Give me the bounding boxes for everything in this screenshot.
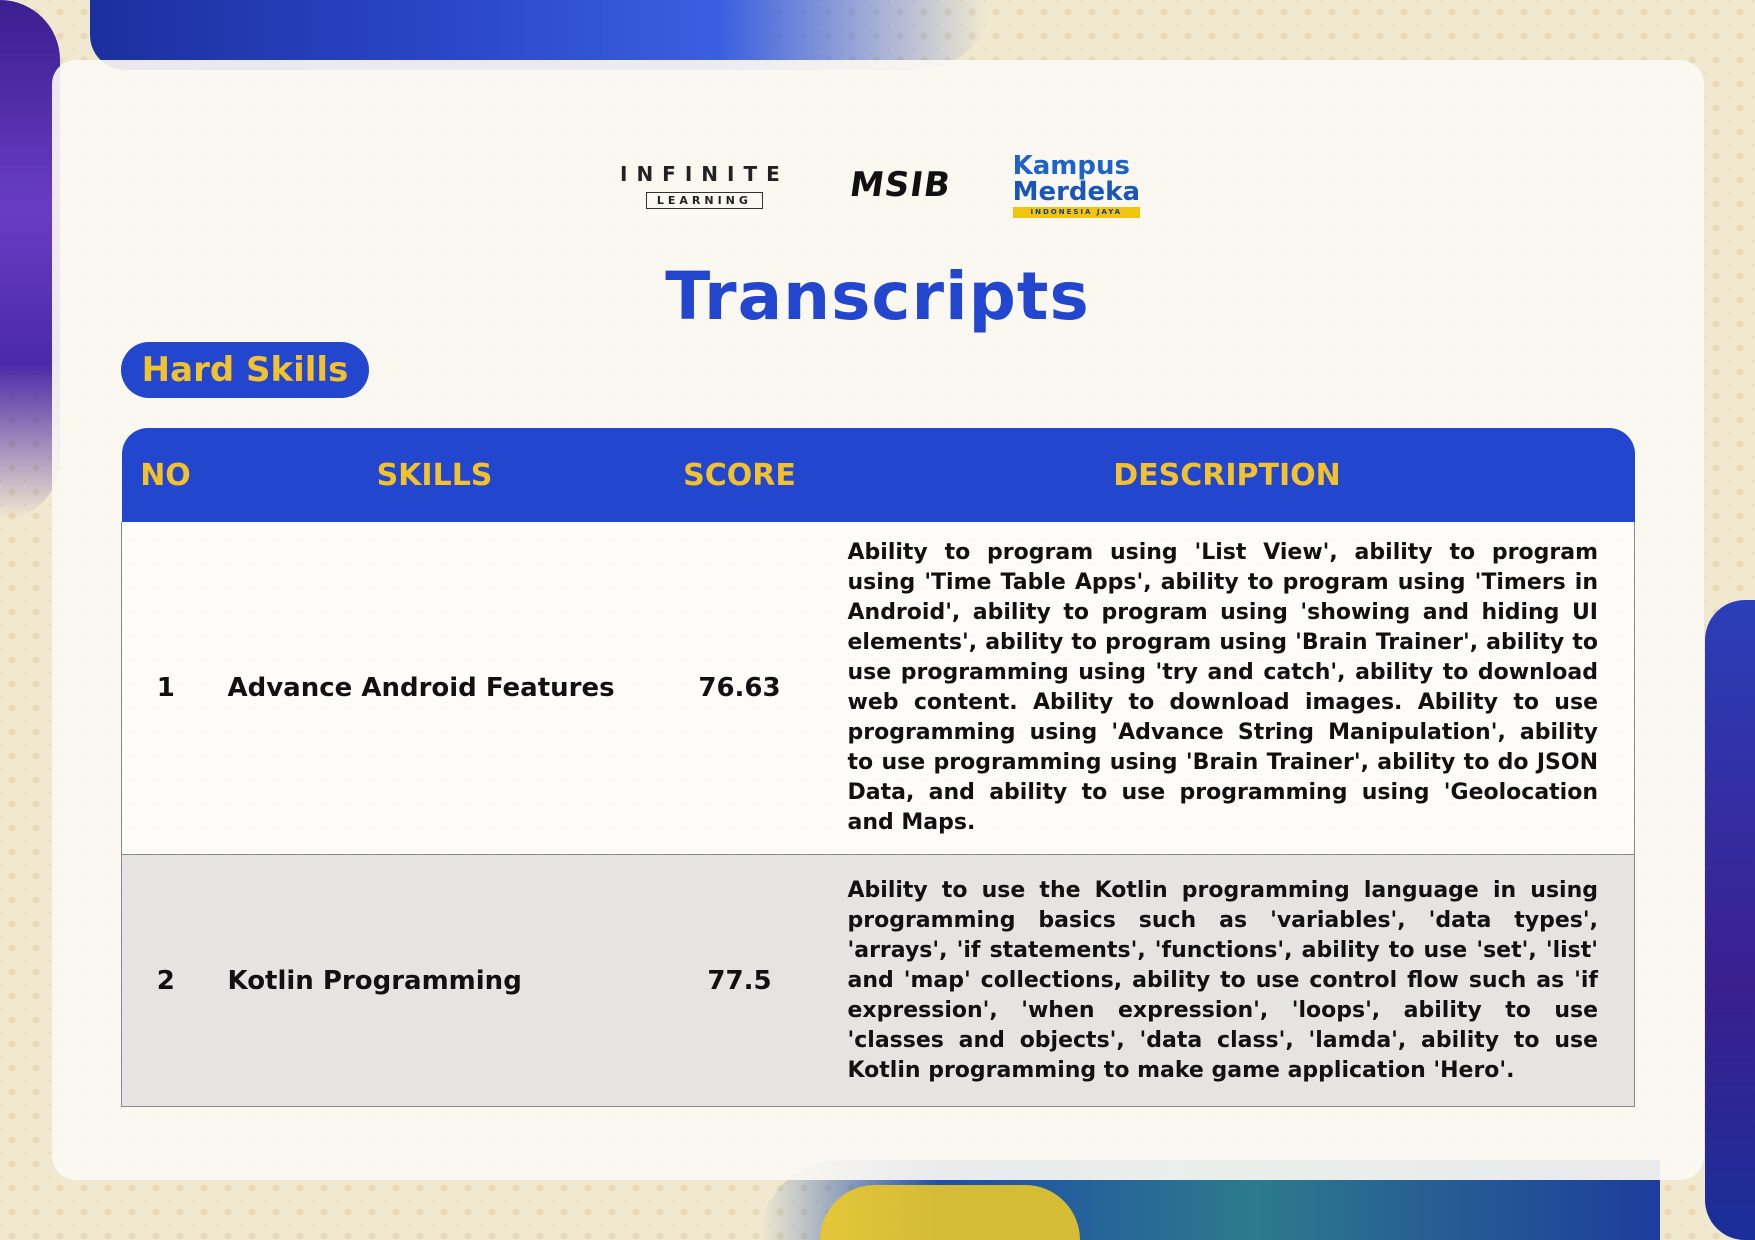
kampus-merdeka-logo: Kampus Merdeka INDONESIA JAYA bbox=[1012, 150, 1140, 218]
cell-description: Ability to program using 'List View', ab… bbox=[847, 540, 1599, 835]
kampus-logo-text: Kampus bbox=[1012, 150, 1130, 181]
table-header-row: NO SKILLS SCORE DESCRIPTION bbox=[121, 428, 1635, 522]
cell-score: 76.63 bbox=[698, 673, 781, 703]
wave-ornament-bottom-yellow bbox=[820, 1185, 1080, 1240]
cell-score: 77.5 bbox=[707, 965, 772, 996]
transcript-table: NO SKILLS SCORE DESCRIPTION 1 Advance An… bbox=[121, 428, 1635, 1107]
header-skills: SKILLS bbox=[209, 428, 660, 522]
section-label-hard-skills: Hard Skills bbox=[121, 342, 369, 398]
cell-description: Ability to use the Kotlin programming la… bbox=[847, 877, 1599, 1083]
cell-skill: Kotlin Programming bbox=[227, 965, 522, 996]
header-no: NO bbox=[121, 428, 210, 522]
msib-logo: MSIB bbox=[847, 165, 954, 205]
cell-no: 1 bbox=[156, 673, 175, 703]
header-score: SCORE bbox=[659, 428, 820, 522]
indonesia-jaya-tag: INDONESIA JAYA bbox=[1012, 206, 1140, 218]
table-row: 2 Kotlin Programming 77.5 Ability to use… bbox=[121, 854, 1635, 1107]
cell-no: 2 bbox=[156, 965, 175, 996]
page-title: Transcripts bbox=[665, 258, 1090, 335]
merdeka-logo-text: Merdeka bbox=[1012, 176, 1140, 207]
infinite-learning-logo: INFINITE LEARNING bbox=[620, 162, 789, 209]
table-row: 1 Advance Android Features 76.63 Ability… bbox=[121, 522, 1635, 855]
logo-bar: INFINITE LEARNING MSIB Kampus Merdeka IN… bbox=[620, 150, 1140, 220]
header-description: DESCRIPTION bbox=[819, 428, 1635, 522]
msib-logo-text: MSIB bbox=[847, 165, 954, 205]
learning-logo-text: LEARNING bbox=[645, 191, 763, 209]
infinite-logo-text: INFINITE bbox=[620, 161, 789, 186]
cell-skill: Advance Android Features bbox=[227, 673, 615, 703]
batik-ornament-right bbox=[1705, 600, 1755, 1240]
